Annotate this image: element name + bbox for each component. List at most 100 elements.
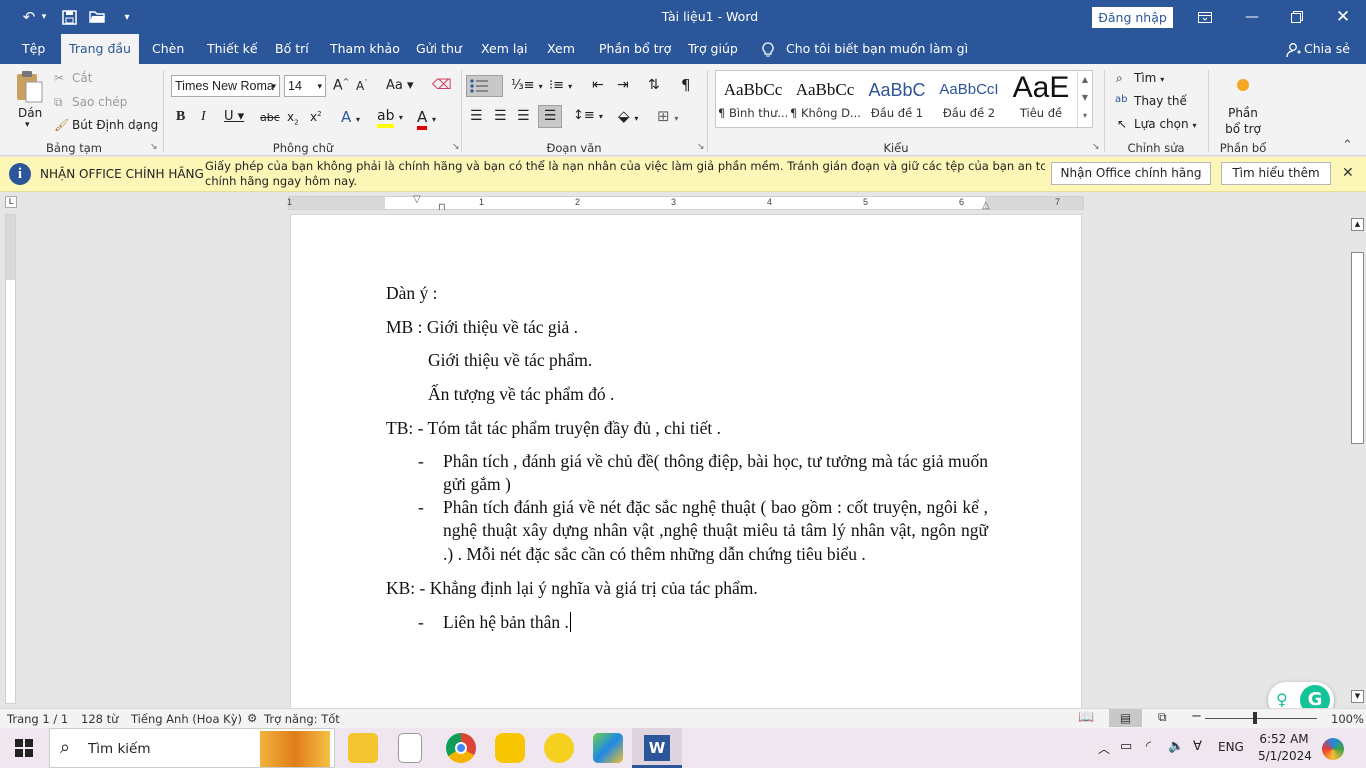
hanging-indent-marker[interactable]: ⊓ [438,202,446,213]
paragraph-launcher-icon[interactable]: ↘ [697,142,705,152]
style-title[interactable]: AaE Tiêu đề [1006,70,1076,126]
battery-icon[interactable]: ▭ [1120,739,1132,754]
undo-dropdown-icon[interactable]: ▾ [36,0,52,34]
input-language[interactable]: ENG [1218,740,1244,754]
font-color-icon[interactable]: A ▾ [417,108,436,130]
tab-view[interactable]: Xem [543,34,579,64]
superscript-icon[interactable]: x2 [310,110,322,124]
grow-font-icon[interactable]: A^ [333,77,349,94]
style-normal[interactable]: AaBbCc ¶ Bình thư... [718,70,788,126]
strikethrough-icon[interactable]: abc [260,111,280,124]
copy-icon[interactable]: ⧉ [54,95,63,110]
shading-icon[interactable]: ⬙ ▾ [618,107,638,125]
vertical-scrollbar[interactable]: ▲ ▼ [1349,214,1366,708]
pen-icon[interactable]: ∀ [1193,739,1202,754]
paste-icon[interactable] [14,70,44,104]
justify-button[interactable]: ☰ [538,105,562,128]
notepad-icon[interactable] [398,733,422,763]
get-genuine-office-button[interactable]: Nhận Office chính hãng [1051,162,1211,185]
minimize-icon[interactable]: — [1229,0,1275,34]
increase-indent-icon[interactable]: ⇥ [617,77,629,93]
highlight-icon[interactable]: ab ▾ [377,108,403,128]
subscript-icon[interactable]: x2 [287,110,299,126]
paste-button[interactable]: Dán [18,106,42,120]
file-explorer-icon[interactable] [348,733,378,763]
cut-icon[interactable]: ✂ [54,71,64,85]
share-button[interactable]: Chia sẻ [1300,34,1354,64]
multilevel-list-icon[interactable]: ⁝≡ ▾ [549,78,572,93]
windows-start-icon[interactable] [15,739,33,760]
accessibility-icon[interactable]: ⚙ [247,711,257,725]
align-center-icon[interactable]: ☰ [494,108,507,124]
zoom-slider-thumb[interactable] [1253,712,1257,724]
copy-button[interactable]: Sao chép [72,95,127,109]
bold-icon[interactable]: B [176,109,185,125]
text-effects-icon[interactable]: A ▾ [341,108,360,126]
addins-button[interactable]: Phần bổ trợ [1214,105,1272,137]
close-message-icon[interactable]: ✕ [1342,165,1354,181]
style-no-spacing[interactable]: AaBbCc ¶ Không D... [790,70,860,126]
tab-references[interactable]: Tham khảo [326,34,404,64]
find-button[interactable]: Tìm ▾ [1134,71,1164,85]
ultraviewer-icon[interactable] [544,733,574,763]
numbering-icon[interactable]: ⅓≡ ▾ [511,78,543,93]
styles-more-icon[interactable]: ▾ [1078,107,1092,125]
italic-icon[interactable]: I [201,109,206,125]
save-icon[interactable] [54,0,84,34]
read-mode-icon[interactable]: 📖 [1078,710,1094,725]
format-painter-button[interactable]: Bút Định dạng [72,118,158,132]
clear-formatting-icon[interactable]: ⌫ [432,77,452,93]
word-taskbar-item[interactable]: W [632,728,682,768]
grammarly-assistant-icon[interactable]: ♀ [1276,690,1296,710]
tab-addins[interactable]: Phần bổ trợ [595,34,675,64]
print-layout-icon[interactable]: ▤ [1109,709,1142,727]
app-icon[interactable] [495,733,525,763]
signin-button[interactable]: Đăng nhập [1092,7,1173,28]
first-line-indent-marker[interactable]: ▽ [413,194,421,205]
wifi-icon[interactable]: ◜ [1146,739,1151,754]
ribbon-display-icon[interactable] [1182,0,1228,34]
change-case-icon[interactable]: Aa ▾ [386,78,414,93]
paste-dropdown-icon[interactable]: ▾ [25,120,30,130]
style-heading2[interactable]: AaBbCcI Đầu đề 2 [934,70,1004,126]
addins-icon[interactable] [1237,79,1249,91]
tab-help[interactable]: Trợ giúp [684,34,742,64]
show-marks-icon[interactable]: ¶ [681,76,691,94]
replace-button[interactable]: Thay thế [1134,94,1187,108]
collapse-ribbon-icon[interactable]: ⌃ [1342,138,1353,153]
borders-icon[interactable]: ⊞ ▾ [657,107,678,125]
scroll-thumb[interactable] [1351,252,1364,444]
page-count[interactable]: Trang 1 / 1 [7,712,68,726]
select-icon[interactable]: ↖ [1117,117,1127,131]
language-status[interactable]: Tiếng Anh (Hoa Kỳ) [131,712,242,726]
style-heading1[interactable]: AaBbC Đầu đề 1 [862,70,932,126]
tab-file[interactable]: Tệp [18,34,49,64]
word-count[interactable]: 128 từ [81,712,118,726]
tab-home[interactable]: Trang đầu [61,34,139,64]
styles-scroll[interactable]: ▲ ▼ ▾ [1077,71,1092,127]
align-right-icon[interactable]: ☰ [517,108,530,124]
accessibility-status[interactable]: Trợ năng: Tốt [264,712,340,726]
align-left-icon[interactable]: ☰ [470,108,483,124]
styles-launcher-icon[interactable]: ↘ [1092,142,1100,152]
zoom-slider[interactable] [1205,718,1317,719]
font-name-combo[interactable]: Times New Roma ▾ [171,75,280,97]
zoom-out-icon[interactable]: − [1191,709,1202,724]
web-layout-icon[interactable]: ⧉ [1158,710,1167,725]
tab-layout[interactable]: Bố trí [271,34,313,64]
bullets-button[interactable] [466,75,503,97]
chrome-icon[interactable] [446,733,476,763]
learn-more-button[interactable]: Tìm hiểu thêm [1221,162,1331,185]
tray-chevron-icon[interactable]: ︿ [1098,740,1110,757]
select-button[interactable]: Lựa chọn ▾ [1134,117,1196,131]
zoom-level[interactable]: 100% [1331,712,1364,726]
customize-toolbar-icon[interactable]: ▾ [112,0,142,34]
close-icon[interactable]: ✕ [1320,0,1366,34]
styles-down-icon[interactable]: ▼ [1078,89,1092,107]
tab-review[interactable]: Xem lại [477,34,531,64]
line-spacing-icon[interactable]: ↕≡ ▾ [573,108,603,123]
sort-icon[interactable]: ⇅ [648,77,660,93]
cut-button[interactable]: Cắt [72,71,92,85]
styles-up-icon[interactable]: ▲ [1078,71,1092,89]
decrease-indent-icon[interactable]: ⇤ [592,77,604,93]
